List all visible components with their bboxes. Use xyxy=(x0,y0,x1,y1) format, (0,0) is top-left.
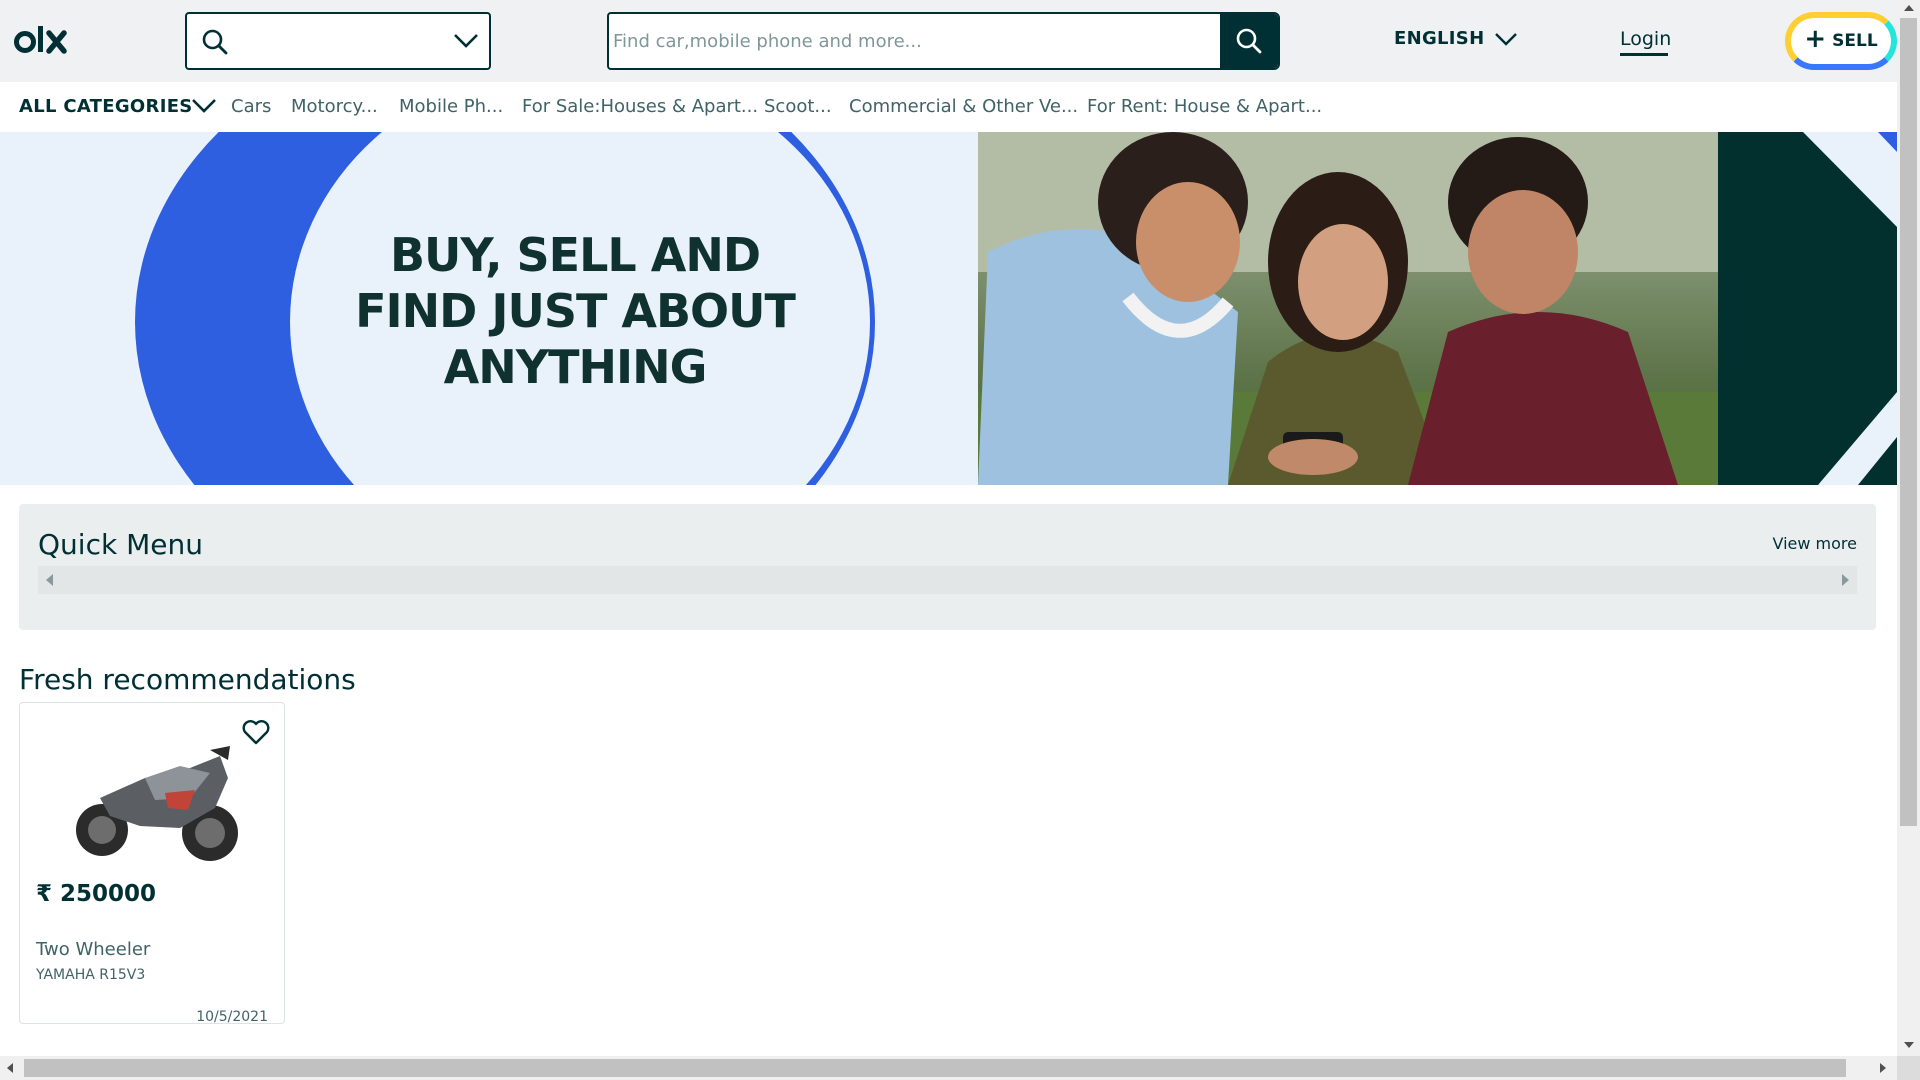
listing-subtitle: YAMAHA R15V3 xyxy=(36,967,146,983)
location-selector[interactable] xyxy=(185,12,491,70)
login-link[interactable]: Login xyxy=(1620,28,1671,50)
chevron-down-icon xyxy=(454,34,478,48)
banner-line-2: FIND JUST ABOUT xyxy=(355,284,796,338)
search-button[interactable] xyxy=(1220,14,1278,68)
olx-page: ENGLISH Login + SELL ALL CATEGORIES Cars… xyxy=(0,0,1897,1056)
vertical-scroll-thumb[interactable] xyxy=(1900,18,1917,826)
hero-banner[interactable]: BUY, SELL AND FIND JUST ABOUT ANYTHING xyxy=(0,132,1897,485)
category-link-motorcycles[interactable]: Motorcy... xyxy=(291,96,378,117)
scroll-up-arrow-icon[interactable] xyxy=(1904,5,1914,11)
quick-menu: Quick Menu View more xyxy=(19,504,1876,630)
olx-logo[interactable] xyxy=(14,22,74,60)
motorcycle-image xyxy=(76,746,238,861)
search-input[interactable] xyxy=(609,14,1223,68)
horizontal-scroll-thumb[interactable] xyxy=(24,1059,1846,1077)
banner-accent xyxy=(1718,132,1897,485)
search-bar xyxy=(607,12,1280,70)
language-label: ENGLISH xyxy=(1394,28,1485,49)
category-link-cars[interactable]: Cars xyxy=(231,96,271,117)
banner-graphic: BUY, SELL AND FIND JUST ABOUT ANYTHING xyxy=(0,132,978,485)
listing-title: Two Wheeler xyxy=(36,939,151,960)
category-link-scooters[interactable]: Scoot... xyxy=(764,96,832,117)
scrollbar-corner xyxy=(1897,1056,1920,1080)
language-selector[interactable]: ENGLISH xyxy=(1394,28,1518,49)
category-link-houses-for-sale[interactable]: For Sale:Houses & Apart... xyxy=(522,96,758,117)
category-link-houses-for-rent[interactable]: For Rent: House & Apart... xyxy=(1087,96,1322,117)
fresh-recommendations-title: Fresh recommendations xyxy=(19,663,356,696)
chevron-down-icon[interactable] xyxy=(191,96,217,114)
scroll-left-arrow-icon[interactable] xyxy=(7,1063,13,1073)
sell-label: SELL xyxy=(1832,31,1878,51)
quick-menu-carousel[interactable] xyxy=(38,566,1857,594)
scroll-right-arrow-icon[interactable] xyxy=(1880,1063,1886,1073)
quick-menu-title: Quick Menu xyxy=(38,528,203,561)
sell-button[interactable]: + SELL xyxy=(1785,12,1897,70)
carousel-right-arrow-icon[interactable] xyxy=(1842,574,1849,586)
horizontal-scrollbar[interactable] xyxy=(0,1056,1897,1080)
search-icon xyxy=(202,29,228,55)
banner-photo xyxy=(978,132,1718,485)
vertical-scrollbar[interactable] xyxy=(1897,0,1920,1056)
login-underline xyxy=(1620,53,1668,56)
category-link-commercial-vehicles[interactable]: Commercial & Other Ve... xyxy=(849,96,1078,117)
banner-line-1: BUY, SELL AND xyxy=(389,228,761,282)
people-photo-illustration xyxy=(978,132,1718,485)
view-more-link[interactable]: View more xyxy=(1773,534,1858,553)
chevron-down-icon xyxy=(1495,32,1518,46)
search-icon xyxy=(1236,28,1262,54)
heart-icon[interactable] xyxy=(242,719,270,745)
scroll-down-arrow-icon[interactable] xyxy=(1904,1042,1914,1048)
banner-headline: BUY, SELL AND FIND JUST ABOUT ANYTHING xyxy=(340,227,810,395)
all-categories-button[interactable]: ALL CATEGORIES xyxy=(19,96,193,117)
banner-line-3: ANYTHING xyxy=(443,340,708,394)
listing-price: ₹ 250000 xyxy=(36,881,157,907)
plus-icon: + xyxy=(1804,24,1827,54)
listing-card[interactable]: ₹ 250000 Two Wheeler YAMAHA R15V3 10/5/2… xyxy=(19,702,285,1025)
listing-date: 10/5/2021 xyxy=(196,1009,268,1025)
category-link-mobile-phones[interactable]: Mobile Ph... xyxy=(399,96,503,117)
category-bar: ALL CATEGORIES Cars Motorcy... Mobile Ph… xyxy=(0,82,1897,132)
carousel-left-arrow-icon[interactable] xyxy=(46,574,53,586)
banner-accent-shapes xyxy=(1803,132,1897,485)
top-header: ENGLISH Login + SELL xyxy=(0,0,1897,82)
